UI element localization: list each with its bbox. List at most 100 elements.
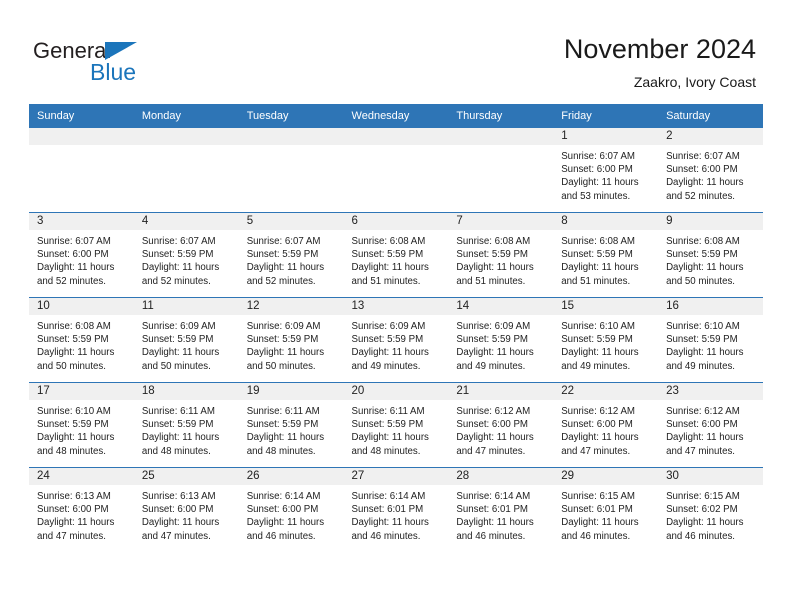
calendar-day-cell[interactable]: 28 Sunrise: 6:14 AM Sunset: 6:01 PM Dayligh…: [448, 467, 554, 552]
daylight-duration-line1: Daylight: 11 hours: [351, 347, 429, 359]
weekday-header-wednesday: Wednesday: [343, 104, 449, 128]
general-blue-logo[interactable]: General Blue: [33, 38, 203, 86]
page-subtitle: Zaakro, Ivory Coast: [633, 74, 756, 90]
daylight-duration-line1: Daylight: 11 hours: [456, 517, 534, 529]
sunrise-time: Sunrise: 6:14 AM: [456, 491, 531, 502]
daylight-duration-line1: Daylight: 11 hours: [351, 262, 429, 274]
daylight-duration-line1: Daylight: 11 hours: [561, 517, 639, 529]
calendar-day-cell[interactable]: 8 Sunrise: 6:08 AM Sunset: 5:59 PM Daylight…: [553, 212, 659, 298]
sunrise-time: Sunrise: 6:12 AM: [561, 406, 635, 417]
weekday-header-friday: Friday: [553, 104, 659, 128]
daylight-duration-line1: Daylight: 11 hours: [141, 347, 220, 359]
calendar-day-cell-empty: [29, 127, 134, 213]
calendar-day-cell[interactable]: 23 Sunrise: 6:12 AM Sunset: 6:00 PM Dayligh…: [658, 382, 763, 468]
calendar-day-cell[interactable]: 9 Sunrise: 6:08 AM Sunset: 5:59 PM Daylight…: [658, 212, 763, 298]
day-number: 19: [238, 383, 344, 400]
calendar-day-cell[interactable]: 4 Sunrise: 6:07 AM Sunset: 5:59 PM Daylight…: [133, 212, 239, 298]
calendar-day-cell[interactable]: 7 Sunrise: 6:08 AM Sunset: 5:59 PM Daylight…: [448, 212, 554, 298]
sunrise-time: Sunrise: 6:08 AM: [456, 236, 531, 247]
daylight-duration-line2: and 50 minutes.: [666, 275, 735, 287]
day-number: 11: [133, 298, 239, 315]
calendar-day-cell[interactable]: 1 Sunrise: 6:07 AM Sunset: 6:00 PM Daylight…: [553, 127, 659, 213]
daylight-duration-line1: Daylight: 11 hours: [666, 432, 744, 444]
calendar-day-cell[interactable]: 22 Sunrise: 6:12 AM Sunset: 6:00 PM Dayligh…: [553, 382, 659, 468]
day-number: [343, 128, 449, 145]
daylight-duration-line2: and 46 minutes.: [666, 530, 735, 542]
sunset-time: Sunset: 5:59 PM: [351, 249, 424, 261]
daylight-duration-line2: and 53 minutes.: [561, 190, 631, 202]
sunrise-time: Sunrise: 6:11 AM: [246, 406, 320, 417]
day-number: 1: [553, 128, 659, 145]
sunset-time: Sunset: 5:59 PM: [561, 249, 633, 261]
sunset-time: Sunset: 5:59 PM: [561, 334, 633, 346]
calendar-day-cell[interactable]: 3 Sunrise: 6:07 AM Sunset: 6:00 PM Daylight…: [29, 212, 134, 298]
calendar-day-cell[interactable]: 12 Sunrise: 6:09 AM Sunset: 5:59 PM Dayligh…: [238, 297, 344, 383]
weekday-header-row: Sunday Monday Tuesday Wednesday Thursday…: [29, 104, 763, 128]
day-number: 16: [658, 298, 763, 315]
day-number: 9: [658, 213, 763, 230]
day-number: 21: [448, 383, 554, 400]
day-details: Sunrise: 6:09 AM Sunset: 5:59 PM Daylight:…: [239, 315, 344, 373]
calendar-day-cell[interactable]: 24 Sunrise: 6:13 AM Sunset: 6:00 PM Dayligh…: [29, 467, 134, 552]
daylight-duration-line2: and 52 minutes.: [246, 275, 316, 287]
sunrise-time: Sunrise: 6:13 AM: [37, 491, 111, 502]
daylight-duration-line2: and 50 minutes.: [37, 360, 106, 372]
calendar-day-cell[interactable]: 11 Sunrise: 6:09 AM Sunset: 5:59 PM Dayligh…: [133, 297, 239, 383]
calendar-day-cell[interactable]: 29 Sunrise: 6:15 AM Sunset: 6:01 PM Dayligh…: [553, 467, 659, 552]
logo-triangle-icon: [105, 42, 137, 60]
day-details: Sunrise: 6:12 AM Sunset: 6:00 PM Daylight:…: [658, 400, 763, 458]
sunset-time: Sunset: 6:00 PM: [666, 164, 738, 176]
day-details: Sunrise: 6:08 AM Sunset: 5:59 PM Daylight:…: [448, 230, 553, 288]
daylight-duration-line2: and 51 minutes.: [561, 275, 631, 287]
calendar-day-cell[interactable]: 19 Sunrise: 6:11 AM Sunset: 5:59 PM Dayligh…: [238, 382, 344, 468]
calendar-day-cell[interactable]: 30 Sunrise: 6:15 AM Sunset: 6:02 PM Dayligh…: [658, 467, 763, 552]
daylight-duration-line2: and 49 minutes.: [666, 360, 735, 372]
sunset-time: Sunset: 6:00 PM: [246, 504, 319, 516]
day-number: 18: [133, 383, 239, 400]
day-details: Sunrise: 6:14 AM Sunset: 6:00 PM Daylight:…: [239, 485, 344, 543]
calendar-day-cell[interactable]: 5 Sunrise: 6:07 AM Sunset: 5:59 PM Daylight…: [238, 212, 344, 298]
day-details: Sunrise: 6:13 AM Sunset: 6:00 PM Daylight:…: [134, 485, 239, 543]
calendar-day-cell[interactable]: 10 Sunrise: 6:08 AM Sunset: 5:59 PM Dayligh…: [29, 297, 134, 383]
daylight-duration-line2: and 49 minutes.: [351, 360, 421, 372]
daylight-duration-line2: and 49 minutes.: [561, 360, 631, 372]
daylight-duration-line1: Daylight: 11 hours: [666, 262, 744, 274]
sunset-time: Sunset: 5:59 PM: [666, 249, 738, 261]
daylight-duration-line1: Daylight: 11 hours: [351, 432, 429, 444]
sunset-time: Sunset: 6:02 PM: [666, 504, 738, 516]
day-number: 30: [658, 468, 763, 485]
daylight-duration-line1: Daylight: 11 hours: [141, 432, 220, 444]
calendar-day-cell-empty: [133, 127, 239, 213]
daylight-duration-line2: and 47 minutes.: [141, 530, 211, 542]
day-details: Sunrise: 6:07 AM Sunset: 5:59 PM Daylight:…: [239, 230, 344, 288]
calendar-day-cell[interactable]: 6 Sunrise: 6:08 AM Sunset: 5:59 PM Daylight…: [343, 212, 449, 298]
calendar-day-cell[interactable]: 18 Sunrise: 6:11 AM Sunset: 5:59 PM Dayligh…: [133, 382, 239, 468]
daylight-duration-line2: and 47 minutes.: [666, 445, 735, 457]
sunrise-time: Sunrise: 6:10 AM: [37, 406, 111, 417]
daylight-duration-line2: and 50 minutes.: [246, 360, 316, 372]
calendar-day-cell[interactable]: 16 Sunrise: 6:10 AM Sunset: 5:59 PM Dayligh…: [658, 297, 763, 383]
calendar-day-cell[interactable]: 25 Sunrise: 6:13 AM Sunset: 6:00 PM Dayligh…: [133, 467, 239, 552]
day-number: 4: [133, 213, 239, 230]
calendar-day-cell[interactable]: 21 Sunrise: 6:12 AM Sunset: 6:00 PM Dayligh…: [448, 382, 554, 468]
calendar-day-cell[interactable]: 14 Sunrise: 6:09 AM Sunset: 5:59 PM Dayligh…: [448, 297, 554, 383]
daylight-duration-line2: and 51 minutes.: [351, 275, 421, 287]
calendar-day-cell[interactable]: 26 Sunrise: 6:14 AM Sunset: 6:00 PM Dayligh…: [238, 467, 344, 552]
calendar-day-cell[interactable]: 27 Sunrise: 6:14 AM Sunset: 6:01 PM Dayligh…: [343, 467, 449, 552]
day-details: Sunrise: 6:10 AM Sunset: 5:59 PM Daylight:…: [658, 315, 763, 373]
sunset-time: Sunset: 5:59 PM: [456, 334, 528, 346]
sunrise-time: Sunrise: 6:15 AM: [666, 491, 740, 502]
calendar-day-cell[interactable]: 17 Sunrise: 6:10 AM Sunset: 5:59 PM Dayligh…: [29, 382, 134, 468]
sunrise-time: Sunrise: 6:08 AM: [561, 236, 635, 247]
calendar-day-cell[interactable]: 2 Sunrise: 6:07 AM Sunset: 6:00 PM Daylight…: [658, 127, 763, 213]
sunset-time: Sunset: 5:59 PM: [141, 249, 214, 261]
calendar-week-row: 10 Sunrise: 6:08 AM Sunset: 5:59 PM Dayligh…: [29, 297, 763, 383]
day-details: Sunrise: 6:13 AM Sunset: 6:00 PM Daylight:…: [29, 485, 134, 543]
sunrise-time: Sunrise: 6:07 AM: [37, 236, 111, 247]
calendar-day-cell[interactable]: 15 Sunrise: 6:10 AM Sunset: 5:59 PM Dayligh…: [553, 297, 659, 383]
calendar-day-cell[interactable]: 13 Sunrise: 6:09 AM Sunset: 5:59 PM Dayligh…: [343, 297, 449, 383]
calendar-day-cell[interactable]: 20 Sunrise: 6:11 AM Sunset: 5:59 PM Dayligh…: [343, 382, 449, 468]
daylight-duration-line2: and 52 minutes.: [141, 275, 211, 287]
day-number: 27: [343, 468, 449, 485]
daylight-duration-line1: Daylight: 11 hours: [456, 347, 534, 359]
